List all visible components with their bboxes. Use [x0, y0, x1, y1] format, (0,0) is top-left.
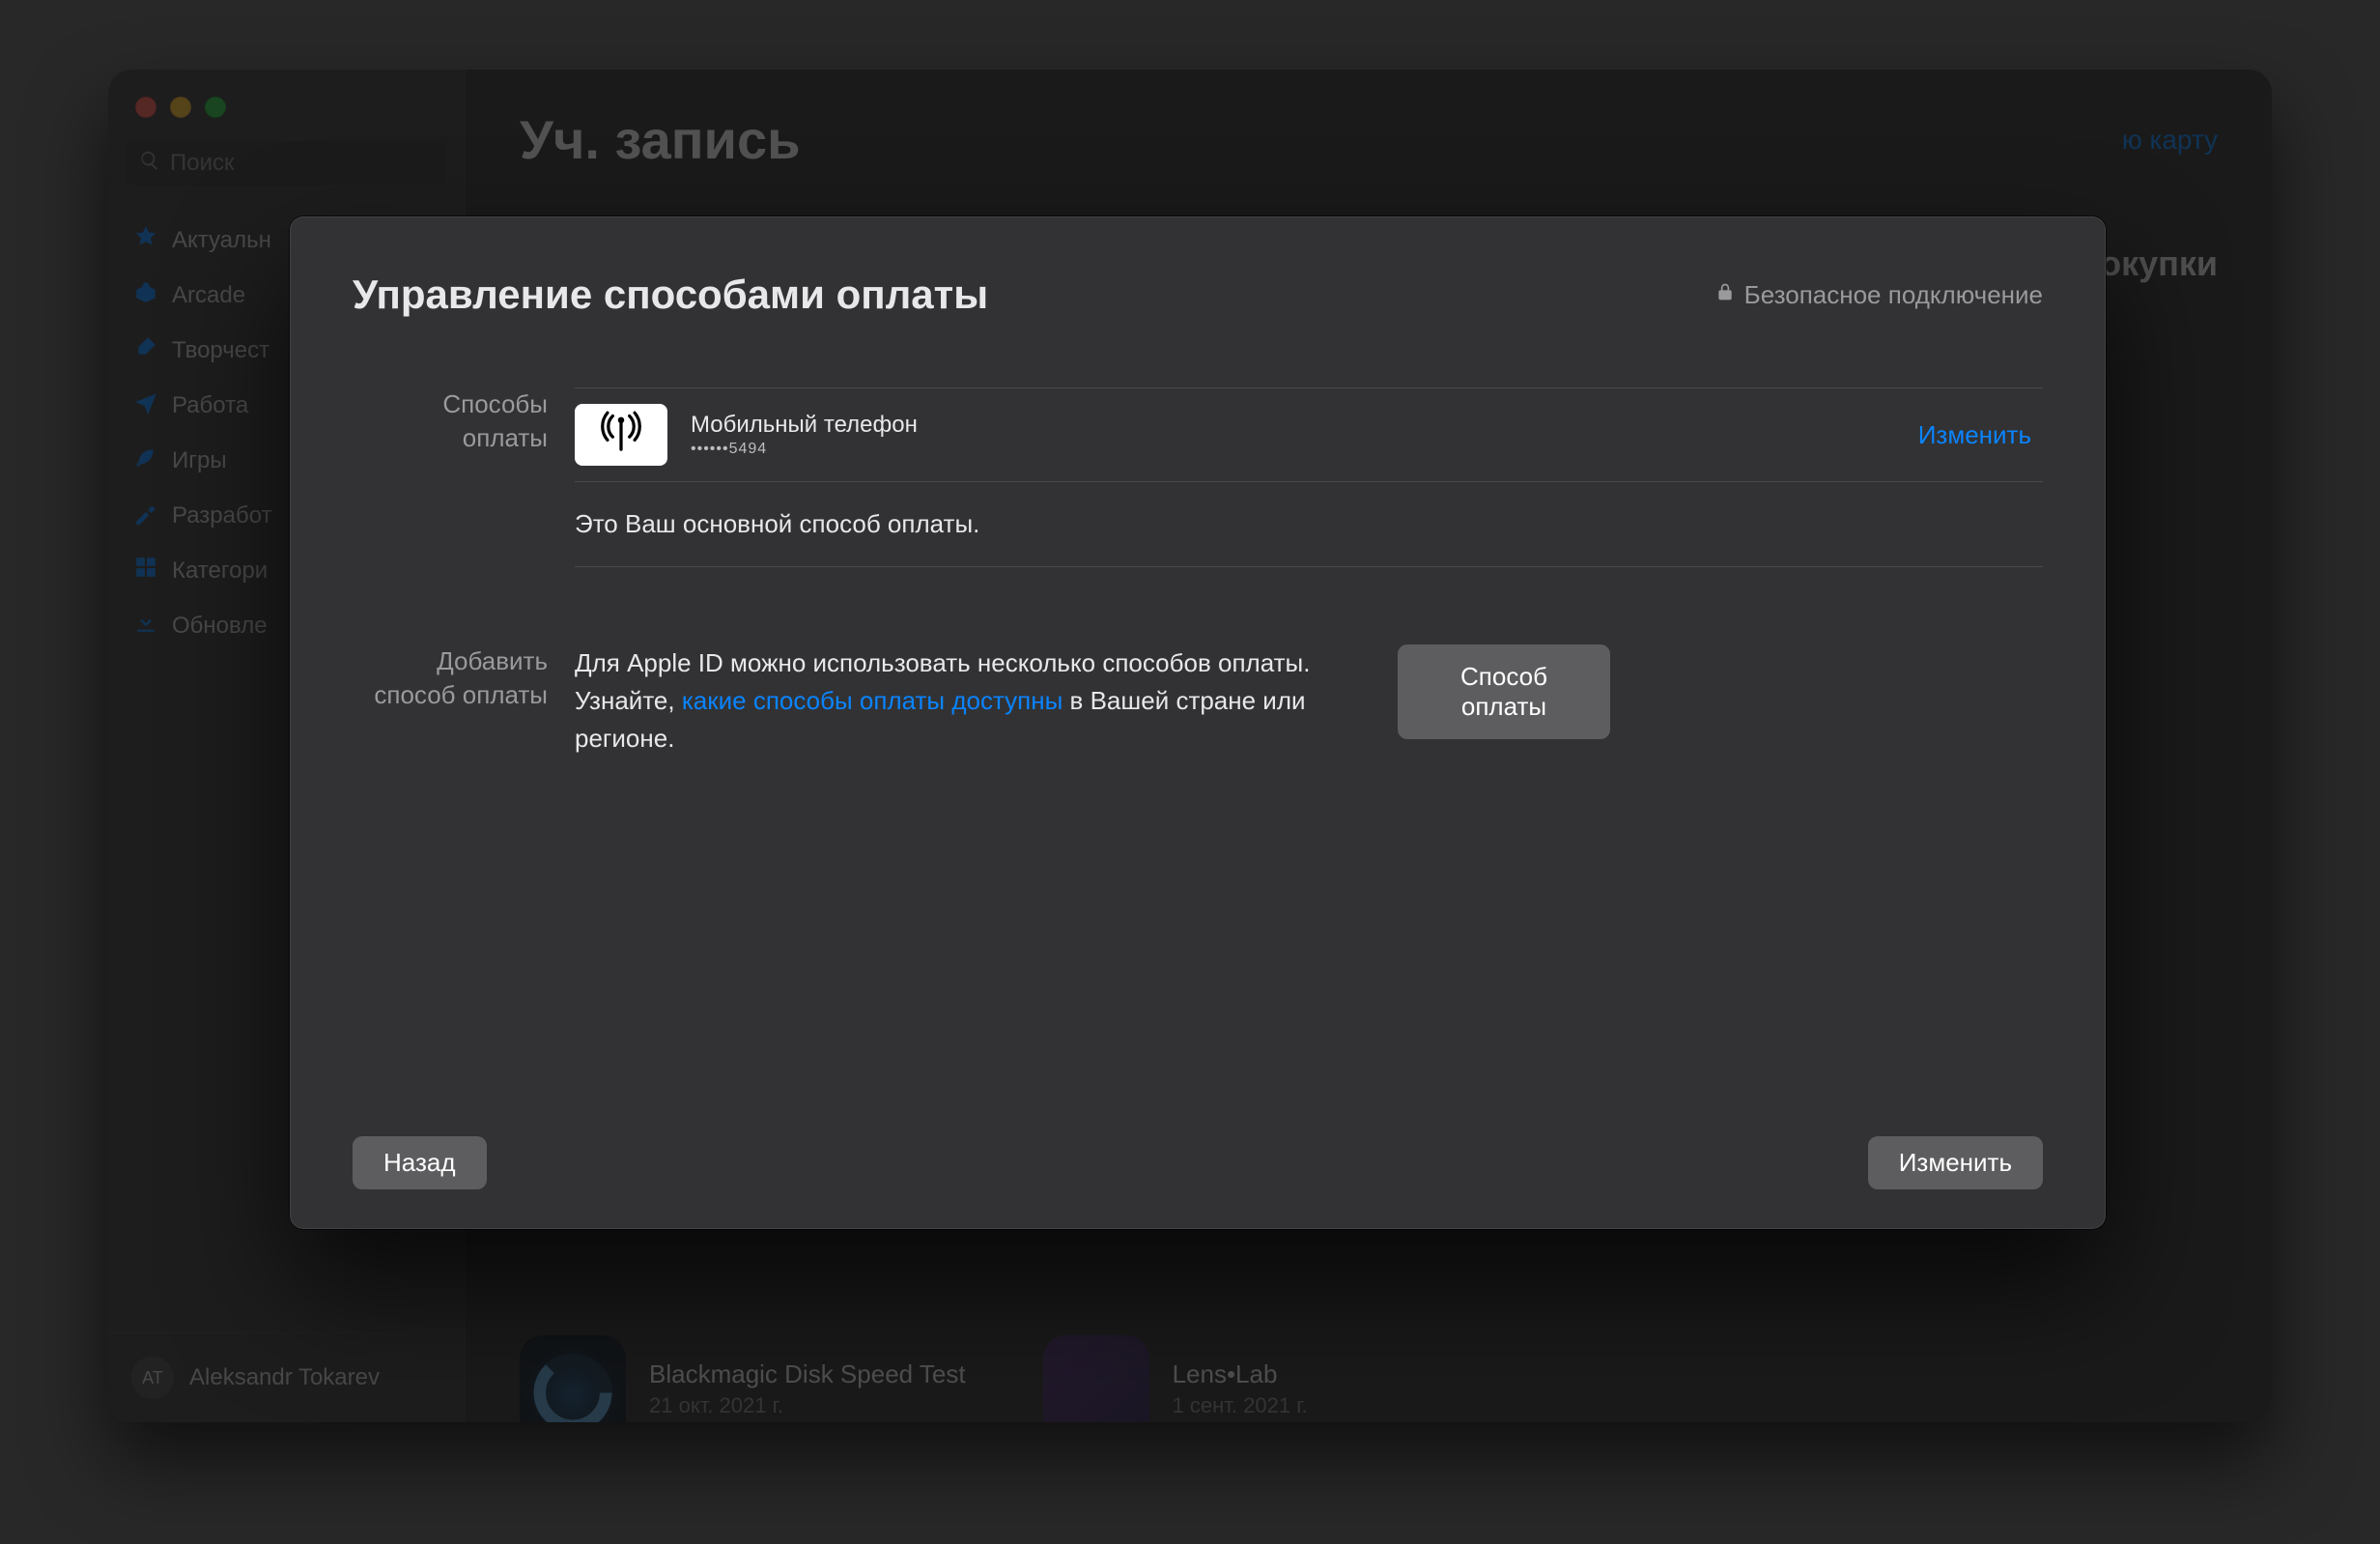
- edit-method-link[interactable]: Изменить: [1918, 420, 2043, 450]
- payment-method-mask: ••••••5494: [691, 441, 918, 458]
- lock-icon: [1715, 280, 1735, 310]
- payment-method-row: Мобильный телефон ••••••5494 Изменить: [575, 388, 2043, 482]
- payment-methods-modal: Управление способами оплаты Безопасное п…: [290, 216, 2106, 1229]
- payment-methods-label: Способы оплаты: [353, 387, 575, 567]
- primary-method-note: Это Ваш основной способ оплаты.: [575, 482, 2043, 566]
- available-methods-link[interactable]: какие способы оплаты доступны: [682, 686, 1062, 715]
- add-method-button[interactable]: Способ оплаты: [1398, 644, 1610, 739]
- modal-title: Управление способами оплаты: [353, 272, 1692, 318]
- back-button[interactable]: Назад: [353, 1136, 487, 1189]
- mobile-carrier-icon: [575, 404, 667, 466]
- secure-text: Безопасное подключение: [1744, 280, 2043, 310]
- payment-method-name: Мобильный телефон: [691, 412, 918, 439]
- secure-connection-label: Безопасное подключение: [1715, 280, 2043, 310]
- add-method-label: Добавить способ оплаты: [353, 644, 575, 758]
- done-button[interactable]: Изменить: [1868, 1136, 2043, 1189]
- add-method-description: Для Apple ID можно использовать нескольк…: [575, 644, 1367, 758]
